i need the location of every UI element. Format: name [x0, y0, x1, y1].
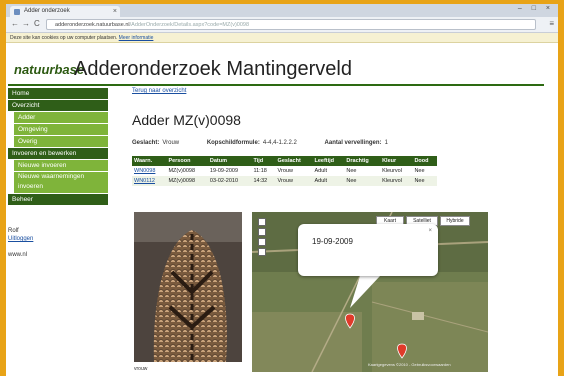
browser-toolbar: ← → C adderonderzoek.natuurbase.nl/Adder…	[6, 17, 558, 33]
moult-count-label: Aantal vervellingen:	[324, 140, 382, 146]
table-header-row: Waarn. Persoon Datum Tijd Geslacht Leeftijd Dr…	[132, 156, 437, 166]
table-cell: Kleurvol	[380, 166, 413, 176]
header-divider	[8, 84, 544, 86]
observations-table: Waarn. Persoon Datum Tijd Geslacht Leeftijd Dr…	[132, 156, 437, 186]
logged-in-user: Rolf	[8, 228, 19, 234]
column-header[interactable]: Tijd	[251, 156, 276, 166]
popup-date: 19-09-2009	[312, 237, 353, 246]
address-bar[interactable]: adderonderzoek.natuurbase.nl/AdderOnderz…	[46, 19, 536, 30]
marker-pin-icon[interactable]	[397, 343, 407, 359]
sidebar-item-beheer[interactable]: Beheer	[8, 194, 108, 205]
table-cell: Nee	[412, 166, 437, 176]
column-header[interactable]: Persoon	[166, 156, 208, 166]
sidebar-item-overzicht[interactable]: Overzicht	[8, 100, 108, 111]
url-host: adderonderzoek.natuurbase.nl	[55, 22, 130, 28]
head-formula-value: 4-4,4-1.2.2.2	[262, 140, 297, 146]
browser-tab[interactable]: Adder onderzoek ×	[10, 6, 120, 17]
adder-meta: Geslacht: Vrouw Kopschildformule: 4-4,4-1.…	[132, 140, 388, 146]
sidebar-item-overig[interactable]: Overig	[14, 136, 108, 147]
page-favicon-icon	[14, 9, 20, 15]
back-arrow-icon[interactable]: ←	[11, 19, 19, 28]
table-cell: Nee	[344, 176, 381, 186]
map-copyright: Kaartgegevens ©2010 - Gebruiksvoorwaarde…	[368, 362, 451, 367]
table-cell: 11:18	[251, 166, 276, 176]
table-cell: WN0112	[132, 176, 167, 186]
head-formula-label: Kopschildformule:	[206, 140, 260, 146]
adder-head-image	[134, 212, 242, 362]
sidebar-footer-url[interactable]: www.nl	[8, 252, 27, 258]
page-title: Adder MZ(v)0098	[132, 112, 241, 128]
site-title: Adderonderzoek Mantingerveld	[74, 58, 352, 80]
table-row: WN0112 MZ(v)0098 03-02-2010 14:32 Vrouw Adult…	[132, 176, 437, 186]
browser-menu-icon[interactable]: ≡	[549, 19, 554, 28]
info-link[interactable]: Meer informatie	[119, 35, 154, 41]
back-to-overview-link[interactable]: Terug naar overzicht	[132, 88, 186, 94]
table-cell: Nee	[412, 176, 437, 186]
observation-link[interactable]: WN0098	[134, 168, 155, 174]
column-header[interactable]: Leeftijd	[312, 156, 345, 166]
sidebar-item-nieuwe-invoeren[interactable]: Nieuwe invoeren	[14, 160, 108, 171]
info-text: Deze site kan cookies op uw computer pla…	[10, 35, 119, 41]
observation-link[interactable]: WN0112	[134, 178, 155, 184]
table-cell: MZ(v)0098	[166, 176, 208, 186]
forward-arrow-icon[interactable]: →	[22, 19, 30, 28]
column-header[interactable]: Datum	[207, 156, 252, 166]
column-header[interactable]: Drachtig	[344, 156, 381, 166]
table-cell: MZ(v)0098	[166, 166, 208, 176]
sidebar-item-nieuwe-waarnemingen-invoeren[interactable]: Nieuwe waarnemingen invoeren	[14, 172, 108, 193]
logout-link[interactable]: Uitloggen	[8, 236, 33, 242]
column-header[interactable]: Kleur	[380, 156, 413, 166]
sidebar-item-home[interactable]: Home	[8, 88, 108, 99]
adder-photo[interactable]	[134, 212, 242, 362]
map-info-popup: 19-09-2009 ×	[298, 224, 438, 276]
tab-title: Adder onderzoek	[24, 8, 70, 14]
sidebar-nav: Home Overzicht Adder Omgeving Overig Invoeren…	[8, 88, 108, 206]
tab-close-icon[interactable]: ×	[113, 6, 117, 17]
popup-close-icon[interactable]: ×	[428, 228, 432, 234]
info-bar: Deze site kan cookies op uw computer pla…	[6, 33, 558, 43]
table-cell: 14:32	[251, 176, 276, 186]
sidebar-item-omgeving[interactable]: Omgeving	[14, 124, 108, 135]
table-row: WN0098 MZ(v)0098 19-09-2009 11:18 Vrouw Adult…	[132, 166, 437, 176]
tab-bar: Adder onderzoek × – □ ×	[6, 4, 558, 17]
table-cell: Kleurvol	[380, 176, 413, 186]
sidebar-item-invoeren-en-bewerken[interactable]: Invoeren en bewerken	[8, 148, 108, 159]
moult-count-value: 1	[384, 140, 388, 146]
table-cell: 19-09-2009	[207, 166, 252, 176]
url-path: /AdderOnderzoek/Details.aspx?code=MZ(v)0…	[129, 22, 250, 28]
column-header[interactable]: Dood	[412, 156, 437, 166]
table-cell: Vrouw	[275, 176, 313, 186]
table-cell: 03-02-2010	[207, 176, 252, 186]
sex-label: Geslacht:	[132, 140, 160, 146]
table-cell: Vrouw	[275, 166, 313, 176]
table-cell: Adult	[312, 176, 345, 186]
table-cell: Adult	[312, 166, 345, 176]
table-cell: WN0098	[132, 166, 167, 176]
column-header[interactable]: Geslacht	[275, 156, 313, 166]
marker-pin-icon[interactable]	[345, 313, 355, 329]
sex-value: Vrouw	[162, 140, 180, 146]
popup-tail	[350, 276, 380, 308]
table-cell: Nee	[344, 166, 381, 176]
column-header[interactable]: Waarn.	[132, 156, 167, 166]
photo-caption: vrouw	[134, 366, 148, 372]
window-controls[interactable]: – □ ×	[518, 5, 554, 12]
sidebar-item-adder[interactable]: Adder	[14, 112, 108, 123]
reload-icon[interactable]: C	[34, 19, 40, 28]
